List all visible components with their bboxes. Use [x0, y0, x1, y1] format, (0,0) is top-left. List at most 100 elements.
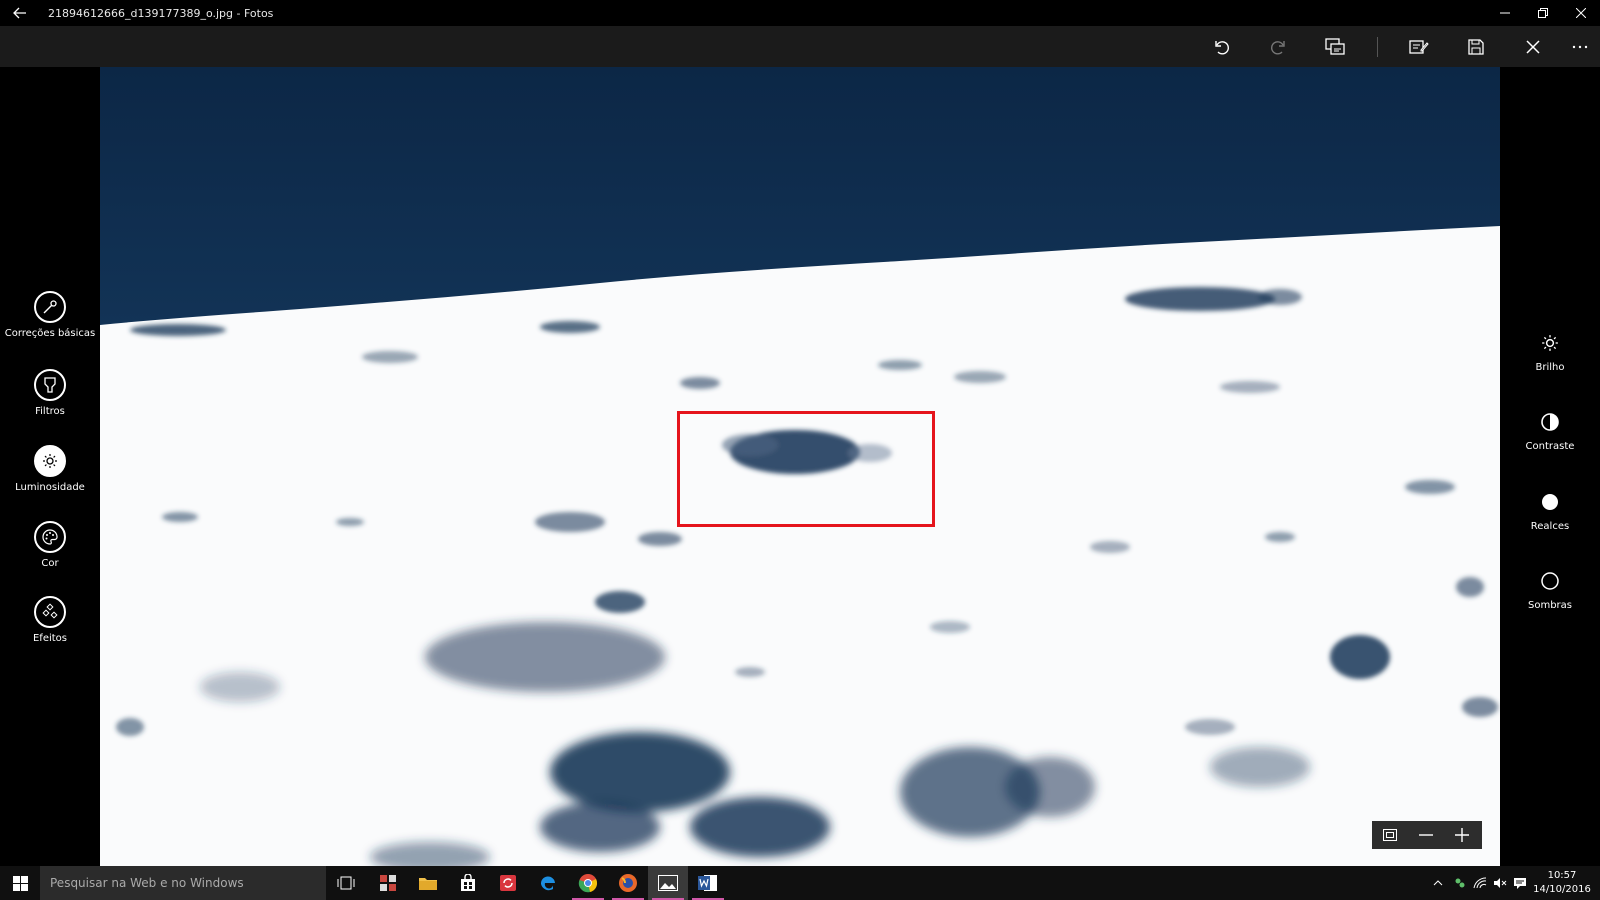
tool-filters[interactable]: Filtros — [0, 369, 100, 417]
minimize-button[interactable] — [1486, 0, 1524, 26]
right-adjustments-panel: Brilho Contraste Realces Sombras — [1500, 67, 1600, 866]
zoom-out-button[interactable] — [1408, 821, 1444, 849]
adjust-highlights-label: Realces — [1530, 521, 1570, 532]
adjust-brightness[interactable]: Brilho — [1500, 329, 1600, 373]
undo-button[interactable] — [1208, 34, 1236, 60]
edit-toolbar — [0, 26, 1600, 67]
start-button[interactable] — [0, 866, 40, 900]
windows-logo-icon — [12, 875, 28, 891]
taskbar-edge[interactable] — [528, 866, 568, 900]
taskbar-search-placeholder: Pesquisar na Web e no Windows — [50, 876, 244, 890]
tool-basic-fixes-label: Correções básicas — [4, 328, 96, 339]
palette-icon — [34, 521, 66, 553]
adjust-contrast-label: Contraste — [1525, 441, 1575, 452]
filter-icon — [34, 369, 66, 401]
clock-time: 10:57 — [1547, 870, 1577, 881]
more-options-button[interactable] — [1566, 34, 1594, 60]
fit-to-window-button[interactable] — [1372, 821, 1408, 849]
close-window-button[interactable] — [1562, 0, 1600, 26]
taskbar-sync-app[interactable] — [488, 866, 528, 900]
zoom-controls — [1372, 821, 1482, 849]
back-button[interactable] — [0, 0, 40, 26]
action-center-button[interactable] — [1510, 866, 1530, 900]
annotation-highlight-box — [677, 411, 935, 527]
volume-button[interactable] — [1490, 866, 1510, 900]
taskbar-word[interactable] — [688, 866, 728, 900]
close-icon — [1526, 40, 1540, 54]
word-app-icon — [698, 875, 717, 891]
tool-color[interactable]: Cor — [0, 521, 100, 569]
notifications-icon — [1514, 878, 1526, 889]
tray-app-icon — [1455, 878, 1465, 888]
taskbar-app-gallery[interactable] — [368, 866, 408, 900]
minimize-icon — [1500, 12, 1510, 14]
tool-filters-label: Filtros — [35, 406, 65, 417]
photo-canvas[interactable] — [100, 67, 1500, 866]
taskbar-store[interactable] — [448, 866, 488, 900]
save-copy-button[interactable] — [1405, 34, 1433, 60]
tray-app-button[interactable] — [1450, 866, 1470, 900]
chevron-up-icon — [1433, 880, 1443, 886]
photos-app-icon — [658, 875, 678, 891]
taskbar-photos[interactable] — [648, 866, 688, 900]
undo-icon — [1215, 41, 1229, 55]
tool-basic-fixes[interactable]: Correções básicas — [0, 291, 100, 339]
adjust-brightness-label: Brilho — [1535, 362, 1565, 373]
store-bag-icon — [461, 874, 475, 891]
redo-icon — [1271, 41, 1285, 55]
show-hidden-icons-button[interactable] — [1428, 866, 1448, 900]
contrast-icon — [1536, 408, 1564, 436]
taskbar-file-explorer[interactable] — [408, 866, 448, 900]
window-controls — [1486, 0, 1600, 26]
highlights-icon — [1536, 488, 1564, 516]
clock-date: 14/10/2016 — [1533, 884, 1591, 895]
volume-muted-icon — [1494, 878, 1507, 888]
brightness-icon — [1536, 329, 1564, 357]
zoom-in-button[interactable] — [1444, 821, 1480, 849]
chrome-browser-icon — [578, 874, 598, 893]
window-title: 21894612666_d139177389_o.jpg - Fotos — [48, 6, 274, 20]
fit-screen-icon — [1383, 829, 1397, 841]
save-copy-icon — [1409, 40, 1429, 54]
compare-icon — [1325, 38, 1345, 55]
edge-browser-icon — [540, 876, 555, 891]
save-button[interactable] — [1462, 34, 1490, 60]
adjust-shadows[interactable]: Sombras — [1500, 567, 1600, 611]
taskbar-search-box[interactable]: Pesquisar na Web e no Windows — [40, 866, 326, 900]
wifi-icon — [1473, 877, 1487, 889]
tool-effects[interactable]: Efeitos — [0, 596, 100, 644]
adjust-contrast[interactable]: Contraste — [1500, 408, 1600, 452]
tool-light-label: Luminosidade — [15, 482, 85, 493]
tool-effects-label: Efeitos — [32, 633, 68, 644]
effects-icon — [34, 596, 66, 628]
compare-button[interactable] — [1321, 34, 1349, 60]
network-button[interactable] — [1470, 866, 1490, 900]
minus-icon — [1419, 834, 1433, 836]
taskbar-firefox[interactable] — [608, 866, 648, 900]
firefox-browser-icon — [619, 874, 637, 892]
back-arrow-icon — [13, 7, 26, 19]
taskbar-chrome[interactable] — [568, 866, 608, 900]
tool-color-label: Cor — [41, 558, 59, 569]
redo-button[interactable] — [1264, 34, 1292, 60]
left-tool-panel: Correções básicas Filtros Luminosidade C… — [0, 67, 100, 866]
restore-button[interactable] — [1524, 0, 1562, 26]
more-icon — [1572, 45, 1588, 49]
tool-light[interactable]: Luminosidade — [0, 445, 100, 493]
task-view-button[interactable] — [326, 866, 366, 900]
windows-taskbar: Pesquisar na Web e no Windows 10:57 14/1… — [0, 866, 1600, 900]
save-icon — [1468, 39, 1484, 55]
restore-icon — [1538, 8, 1548, 18]
adjust-shadows-label: Sombras — [1527, 600, 1572, 611]
folder-icon — [419, 878, 437, 890]
adjust-highlights[interactable]: Realces — [1500, 488, 1600, 532]
close-edit-button[interactable] — [1519, 34, 1547, 60]
app-gallery-icon — [380, 875, 396, 891]
plus-icon — [1455, 828, 1469, 842]
title-bar: 21894612666_d139177389_o.jpg - Fotos — [0, 0, 1600, 26]
brightness-icon — [34, 445, 66, 477]
shadows-icon — [1536, 567, 1564, 595]
close-window-icon — [1576, 8, 1586, 18]
toolbar-separator — [1377, 37, 1378, 57]
taskbar-clock[interactable]: 10:57 14/10/2016 — [1532, 869, 1592, 897]
